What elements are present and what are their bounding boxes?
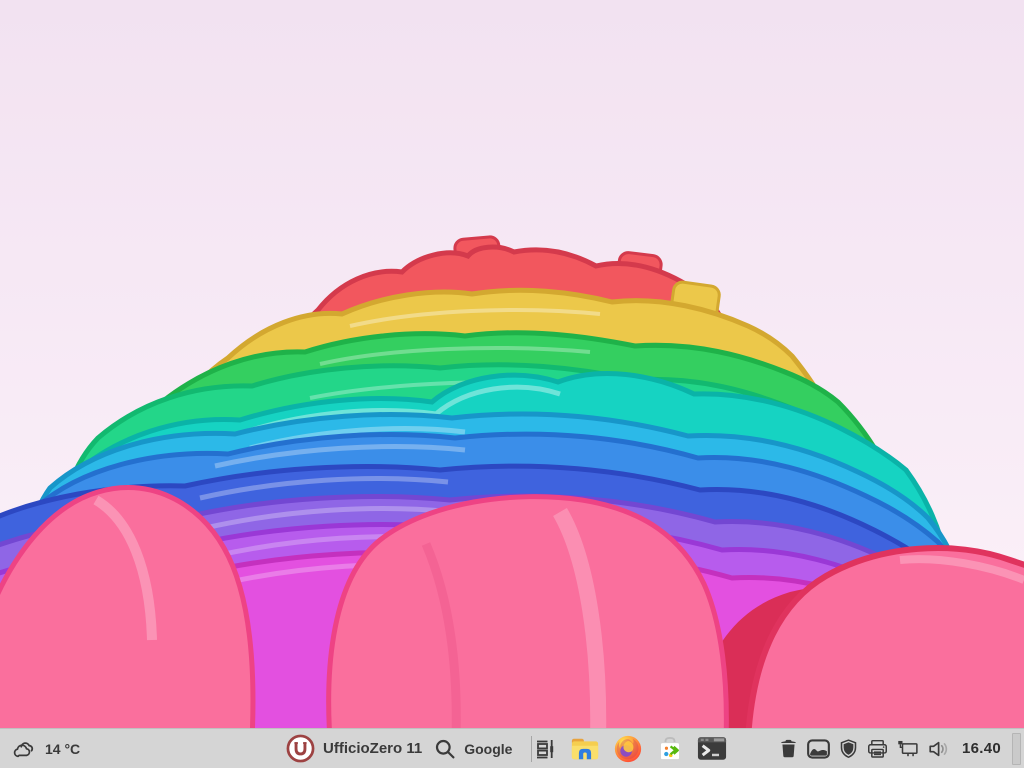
cloud-icon xyxy=(11,738,37,760)
security-button[interactable] xyxy=(839,738,858,759)
terminal-icon xyxy=(697,736,727,761)
firefox-button[interactable] xyxy=(613,734,643,764)
volume-button[interactable] xyxy=(928,740,951,758)
show-desktop-button[interactable] xyxy=(1012,733,1021,765)
search-label[interactable]: Google xyxy=(464,741,512,757)
weather-applet[interactable]: 14 °C xyxy=(11,729,80,768)
search-button[interactable] xyxy=(434,738,456,760)
window-list-button[interactable] xyxy=(533,737,557,761)
network-icon xyxy=(897,740,919,758)
app-launcher-area xyxy=(533,729,727,768)
clock[interactable]: 16.40 xyxy=(962,740,1001,757)
rainbow-ribbon-wallpaper xyxy=(0,0,1024,728)
firefox-icon xyxy=(613,734,643,764)
ufficiozero-logo-icon xyxy=(286,734,315,763)
network-button[interactable] xyxy=(897,740,919,758)
taskbar: 14 °C UfficioZero 11 Google xyxy=(0,728,1024,768)
os-menu-label[interactable]: UfficioZero 11 xyxy=(323,740,422,757)
trash-icon xyxy=(779,738,798,759)
search-icon xyxy=(434,738,456,760)
os-menu-button[interactable] xyxy=(286,734,315,763)
software-center-icon xyxy=(656,735,684,763)
weather-temperature: 14 °C xyxy=(45,741,80,757)
terminal-button[interactable] xyxy=(697,736,727,761)
image-icon xyxy=(807,739,830,759)
volume-icon xyxy=(928,740,951,758)
printer-button[interactable] xyxy=(867,739,888,759)
file-manager-button[interactable] xyxy=(570,735,600,762)
screenshot-tool-button[interactable] xyxy=(807,739,830,759)
printer-icon xyxy=(867,739,888,759)
system-tray: 16.40 xyxy=(779,729,1024,768)
file-manager-icon xyxy=(570,735,600,762)
shield-icon xyxy=(839,738,858,759)
desktop-screen: 14 °C UfficioZero 11 Google xyxy=(0,0,1024,768)
desktop-area[interactable] xyxy=(0,0,1024,728)
window-list-icon xyxy=(533,737,557,761)
trash-button[interactable] xyxy=(779,738,798,759)
software-center-button[interactable] xyxy=(656,735,684,763)
